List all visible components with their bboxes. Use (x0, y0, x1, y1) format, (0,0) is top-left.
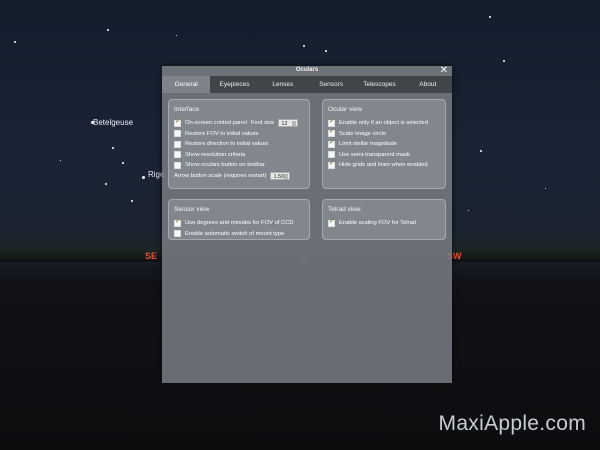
checkbox-label: Use semi-transparent mask (339, 151, 410, 158)
checkbox[interactable] (328, 128, 335, 138)
checkbox-label: Restore FOV to initial values (185, 130, 259, 137)
checkbox[interactable] (174, 161, 181, 169)
telrad-view-group: Telrad view Enable scaling FOV for Telra… (322, 199, 446, 240)
checkbox-label: Enable scaling FOV for Telrad (339, 220, 416, 227)
interface-group: Interface On-screen control panel Font s… (168, 99, 310, 189)
tab-sensors[interactable]: Sensors (307, 76, 355, 93)
star (14, 41, 16, 43)
cardinal-se: SE (145, 251, 158, 261)
checkbox[interactable] (174, 130, 181, 138)
oculars-dialog: Oculars ✕ General Eyepieces Lenses Senso… (162, 65, 452, 383)
restore-direction-row[interactable]: Restore direction to initial values (169, 139, 309, 150)
group-title: Sensor view (174, 206, 210, 213)
checkbox[interactable] (328, 151, 335, 159)
checkbox-label: Hide grids and lines when enabled (339, 162, 428, 169)
group-title: Interface (174, 106, 200, 113)
star (468, 210, 469, 211)
star (142, 176, 145, 179)
star (176, 35, 177, 36)
close-icon[interactable]: ✕ (440, 65, 448, 76)
checkbox-label: On-screen control panel (185, 120, 247, 127)
star (131, 200, 133, 202)
ocular-option-row[interactable]: Hide grids and lines when enabled (323, 160, 445, 171)
star (112, 147, 114, 149)
sensor-option-row[interactable]: Enable automatic switch of mount type (169, 229, 309, 240)
arrow-scale-spinbox[interactable]: 1.50 (270, 171, 291, 180)
dialog-titlebar[interactable]: Oculars ✕ (162, 65, 452, 76)
font-size-spinbox[interactable]: 12 (278, 119, 299, 128)
star (122, 162, 124, 164)
checkbox-label: Restore direction to initial values (185, 141, 269, 148)
restore-fov-row[interactable]: Restore FOV to initial values (169, 129, 309, 140)
show-resolution-row[interactable]: Show resolution criteria (169, 150, 309, 161)
checkbox[interactable] (328, 118, 335, 127)
star (107, 29, 109, 31)
checkbox-label: Scale image circle (339, 130, 387, 137)
tab-lenses[interactable]: Lenses (259, 76, 307, 93)
star-label-betelgeuse: Betelgeuse (93, 118, 134, 127)
checkbox[interactable] (328, 218, 335, 227)
ocular-option-row[interactable]: Use semi-transparent mask (323, 150, 445, 161)
tab-about[interactable]: About (404, 76, 452, 93)
dialog-title: Oculars (295, 67, 319, 73)
font-size-label: Font size (250, 120, 275, 127)
arrow-scale-row: Arrow button scale (requires restart) 1.… (169, 171, 309, 182)
checkbox[interactable] (174, 118, 181, 127)
star (325, 50, 327, 52)
group-title: Ocular view (328, 106, 362, 113)
tab-telescopes[interactable]: Telescopes (355, 76, 403, 93)
tab-eyepieces[interactable]: Eyepieces (210, 76, 258, 93)
star (303, 45, 305, 47)
checkbox[interactable] (174, 151, 181, 159)
onscreen-control-row[interactable]: On-screen control panel Font size 12 (169, 118, 309, 129)
tab-bar: General Eyepieces Lenses Sensors Telesco… (162, 76, 452, 93)
star (480, 150, 482, 152)
checkbox[interactable] (174, 218, 181, 227)
checkbox-label: Use degrees and minutes for FOV of CCD (185, 220, 294, 227)
checkbox-label: Show oculars button on toolbar (185, 162, 265, 169)
watermark: MaxiApple.com (438, 412, 586, 435)
sensor-view-group: Sensor view Use degrees and minutes for … (168, 199, 310, 240)
checkbox[interactable] (328, 139, 335, 148)
checkbox[interactable] (174, 230, 181, 238)
checkbox-label: Enable automatic switch of mount type (185, 230, 285, 237)
tab-general[interactable]: General (162, 76, 211, 93)
checkbox[interactable] (328, 160, 335, 169)
telrad-option-row[interactable]: Enable scaling FOV for Telrad (323, 218, 445, 229)
star (60, 160, 61, 161)
star (105, 183, 107, 185)
group-title: Telrad view (328, 206, 361, 213)
arrow-scale-label: Arrow button scale (requires restart) (174, 172, 267, 179)
ocular-option-row[interactable]: Scale image circle (323, 128, 445, 140)
star (489, 16, 491, 18)
ocular-view-group: Ocular view Enable only if an object is … (322, 99, 446, 189)
ocular-option-row[interactable]: Enable only if an object is selected (323, 118, 445, 129)
show-oculars-button-row[interactable]: Show oculars button on toolbar (169, 160, 309, 171)
sensor-option-row[interactable]: Use degrees and minutes for FOV of CCD (169, 218, 309, 229)
checkbox-label: Show resolution criteria (185, 151, 246, 158)
checkbox-label: Limit stellar magnitude (339, 141, 397, 148)
ocular-option-row[interactable]: Limit stellar magnitude (323, 139, 445, 150)
checkbox-label: Enable only if an object is selected (339, 120, 428, 127)
star (503, 60, 505, 62)
star (545, 188, 546, 189)
checkbox[interactable] (174, 140, 181, 148)
